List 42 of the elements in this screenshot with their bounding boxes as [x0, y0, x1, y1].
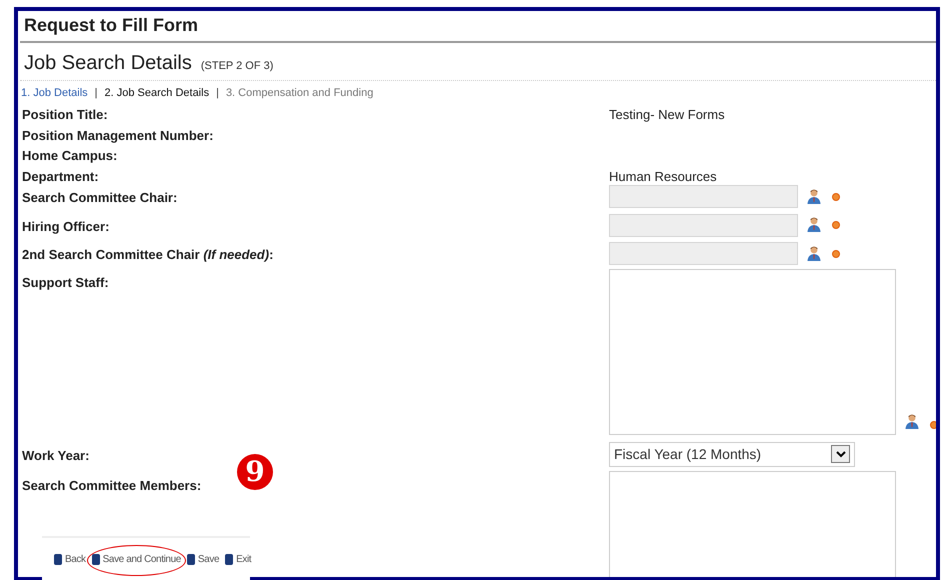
field-value: Human Resources	[609, 168, 717, 184]
field-label: Support Staff:	[21, 274, 110, 290]
callout-number: 9	[237, 454, 273, 490]
field-value: Testing- New Forms	[609, 107, 725, 122]
step-separator: |	[94, 87, 98, 99]
page-title: Request to Fill Form	[20, 11, 936, 43]
input-field[interactable]	[609, 185, 798, 208]
chevron-icon	[831, 445, 850, 464]
clear-icon[interactable]	[832, 221, 840, 230]
field-label: Department:	[21, 168, 100, 184]
section-title: Job Search Details	[24, 52, 192, 75]
person-icon[interactable]	[806, 216, 822, 232]
clear-icon[interactable]	[832, 192, 840, 201]
field-label: Search Committee Members:	[21, 478, 202, 493]
field-label: Position Management Number:	[21, 128, 214, 143]
step-separator: |	[216, 87, 219, 99]
input-field[interactable]	[609, 242, 798, 266]
dropdown[interactable]: Fiscal Year (12 Months)	[609, 442, 855, 467]
input-field[interactable]	[609, 214, 798, 237]
clear-icon[interactable]	[930, 420, 936, 429]
clear-icon[interactable]	[832, 250, 840, 258]
field-label: Search Committee Chair:	[21, 189, 178, 206]
step-link[interactable]: 1. Job Details	[21, 87, 88, 99]
button-icon	[225, 554, 234, 564]
step-label: 3. Compensation and Funding	[226, 87, 374, 99]
field-label: Position Title:	[21, 107, 109, 122]
footer-button[interactable]: Save and Continue	[92, 554, 181, 564]
person-icon[interactable]	[806, 188, 822, 204]
field-label: Work Year:	[21, 448, 90, 463]
current-step: 2. Job Search Details	[104, 87, 210, 99]
footer-button[interactable]: Save	[186, 554, 220, 564]
footer-button[interactable]: Exit	[225, 554, 252, 564]
person-icon[interactable]	[806, 244, 822, 261]
field-label: 2nd Search Committee Chair (If needed):	[21, 246, 274, 262]
step-indicator: (STEP 2 OF 3)	[200, 60, 274, 72]
field-label: Hiring Officer:	[21, 218, 110, 234]
button-icon	[92, 554, 100, 564]
field-label: Home Campus:	[21, 148, 118, 164]
footer-button[interactable]: Back	[54, 554, 86, 564]
button-icon	[54, 554, 62, 564]
button-icon	[186, 554, 195, 564]
person-icon[interactable]	[904, 412, 920, 429]
